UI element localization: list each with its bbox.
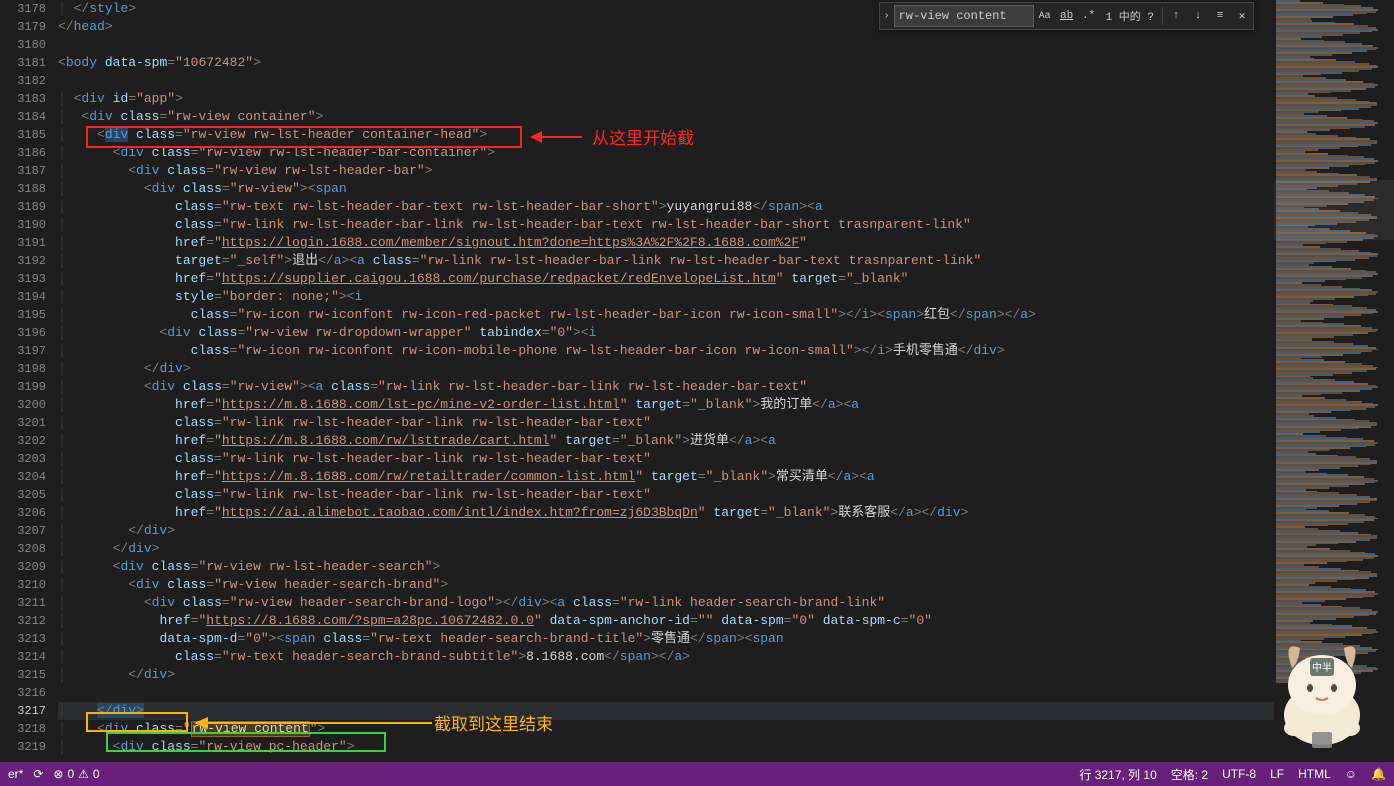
match-case-icon[interactable]: Aa (1034, 5, 1056, 27)
regex-icon[interactable]: .* (1078, 5, 1100, 27)
status-encoding[interactable]: UTF-8 (1222, 767, 1256, 781)
status-sync-icon[interactable]: ⟳ (33, 767, 43, 781)
find-count: 1 中的 ? (1100, 8, 1160, 24)
error-icon: ⊗ (53, 767, 63, 781)
match-word-icon[interactable]: ab (1056, 5, 1078, 27)
code-editor[interactable]: │ </style></head><body data-spm="1067248… (58, 0, 1274, 762)
find-prev-icon[interactable]: ↑ (1165, 5, 1187, 27)
find-selection-icon[interactable]: ≡ (1209, 5, 1231, 27)
svg-text:中半: 中半 (1312, 661, 1332, 674)
notification-icon[interactable]: 🔔 (1371, 767, 1386, 781)
find-expand-toggle[interactable]: › (880, 3, 894, 29)
status-bar: er* ⟳ ⊗0 ⚠0 行 3217, 列 10 空格: 2 UTF-8 LF … (0, 762, 1394, 786)
line-number-gutter[interactable]: 3178317931803181318231833184318531863187… (0, 0, 58, 762)
status-line-col[interactable]: 行 3217, 列 10 (1079, 766, 1156, 783)
status-filename[interactable]: er* (8, 767, 23, 781)
find-next-icon[interactable]: ↓ (1187, 5, 1209, 27)
find-widget[interactable]: › Aa ab .* 1 中的 ? ↑ ↓ ≡ ✕ (879, 2, 1254, 30)
status-language[interactable]: HTML (1298, 767, 1331, 781)
find-input[interactable] (894, 5, 1034, 27)
status-eol[interactable]: LF (1270, 767, 1284, 781)
feedback-icon[interactable]: ☺ (1345, 767, 1357, 781)
status-problems[interactable]: ⊗0 ⚠0 (53, 767, 99, 781)
warning-icon: ⚠ (78, 767, 89, 781)
assistant-avatar[interactable]: 中半 (1252, 620, 1392, 760)
close-icon[interactable]: ✕ (1231, 5, 1253, 27)
status-indent[interactable]: 空格: 2 (1171, 766, 1208, 783)
minimap-viewport[interactable] (1274, 180, 1394, 240)
